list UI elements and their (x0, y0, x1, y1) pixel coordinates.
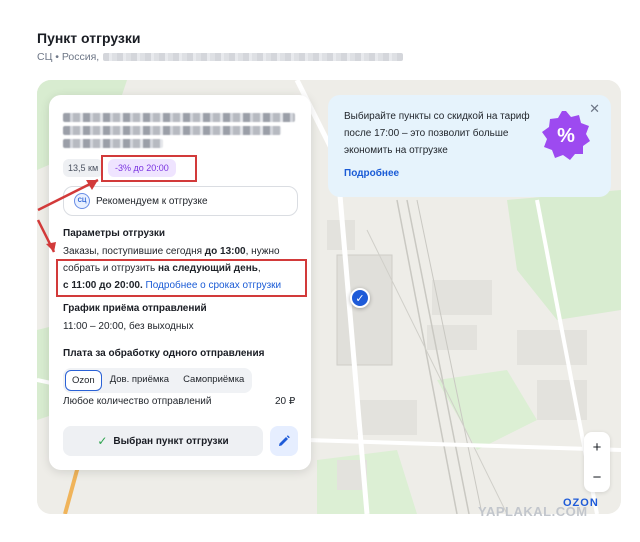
promo-banner: Выбирайте пункты со скидкой на тариф пос… (328, 95, 611, 197)
discount-badge-icon: % (542, 111, 590, 160)
badge-percent-symbol: % (557, 125, 575, 147)
promo-more-link[interactable]: Подробнее (344, 168, 399, 179)
zoom-in-button[interactable]: + (584, 432, 610, 462)
zoom-out-button[interactable]: − (584, 462, 610, 492)
blurred-name-line-3 (63, 139, 163, 148)
annotation-arrows (36, 178, 99, 253)
watermark: YAPLAKAL.COM (478, 504, 588, 519)
fee-row-value: 20 ₽ (275, 396, 296, 407)
edit-button[interactable] (270, 426, 298, 456)
selected-point-button[interactable]: ✓ Выбран пункт отгрузки (63, 426, 263, 456)
promo-text: Выбирайте пункты со скидкой на тариф пос… (344, 111, 530, 156)
blurred-name-line-1 (63, 113, 295, 122)
select-button-label: Выбран пункт отгрузки (113, 435, 229, 447)
page-title: Пункт отгрузки (37, 30, 141, 46)
page-subtitle: СЦ • Россия, (37, 51, 404, 63)
fee-type-tabs: Ozon Дов. приёмка Самоприёмка (63, 368, 253, 393)
check-icon: ✓ (97, 434, 108, 448)
schedule-title: График приёма отправлений (63, 303, 207, 314)
fee-title: Плата за обработку одного отправления (63, 348, 265, 359)
tab-trusted-acceptance[interactable]: Дов. приёмка (104, 370, 175, 391)
fee-row-label: Любое количество отправлений (63, 396, 212, 407)
subtitle-prefix: СЦ • Россия, (37, 51, 100, 63)
blurred-name-line-2 (63, 126, 281, 135)
tab-ozon[interactable]: Ozon (65, 370, 102, 391)
selected-location-pin[interactable]: ✓ (350, 288, 370, 308)
tab-self-acceptance[interactable]: Самоприёмка (177, 370, 250, 391)
pencil-icon (279, 435, 290, 446)
blurred-address (103, 53, 404, 61)
schedule-text: 11:00 – 20:00, без выходных (63, 321, 194, 332)
zoom-controls: + − (584, 432, 610, 492)
highlight-box-deadlines (56, 259, 307, 297)
